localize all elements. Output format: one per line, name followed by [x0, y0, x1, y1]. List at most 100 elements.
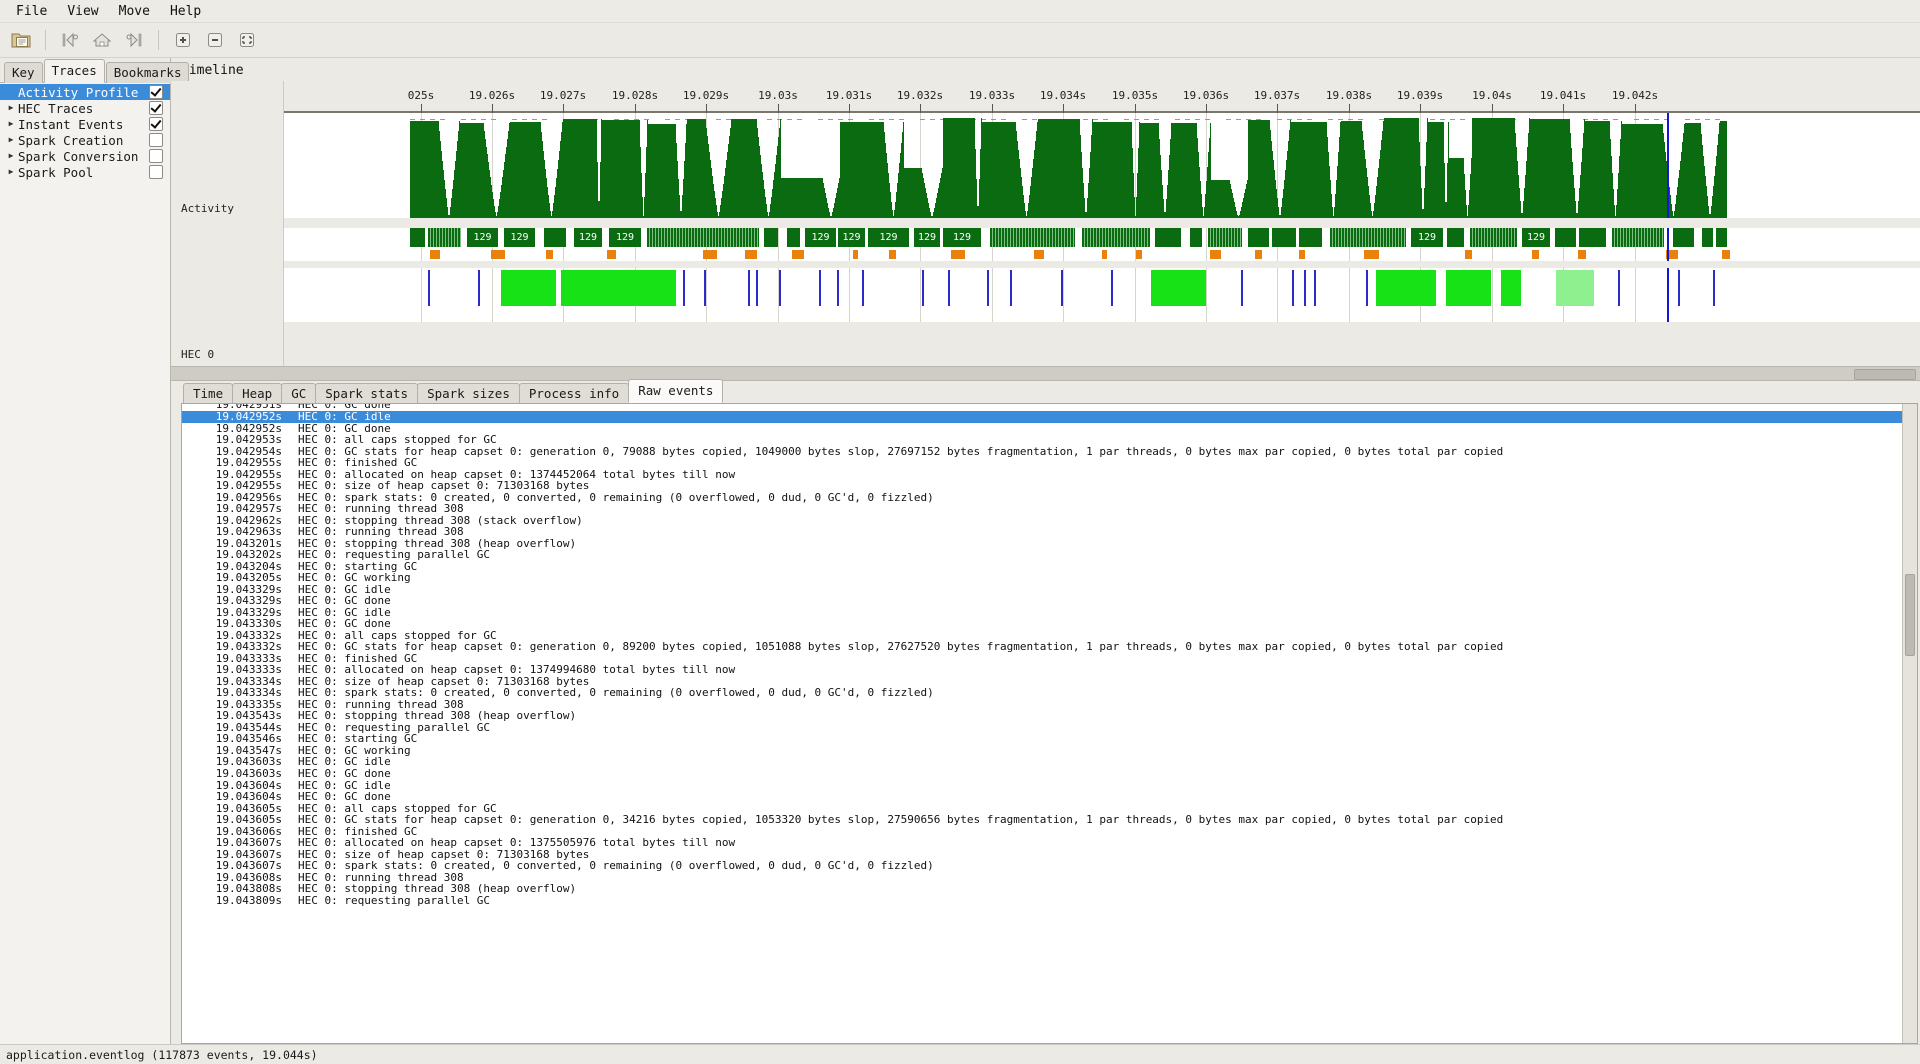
timeline-horizontal-scrollbar[interactable] [171, 366, 1920, 380]
instant-event-burst[interactable] [1151, 270, 1206, 306]
hec-activity-block[interactable]: 129 [914, 228, 940, 247]
tree-item-spark-conversion[interactable]: ▶ Spark Conversion [0, 148, 170, 164]
hec-activity-block[interactable] [1248, 228, 1269, 247]
instant-event-burst[interactable] [1501, 270, 1521, 306]
expander-icon[interactable]: ▶ [4, 164, 18, 180]
expander-icon[interactable]: ▶ [4, 132, 18, 148]
hec-activity-block[interactable]: 129 [838, 228, 865, 247]
open-file-button[interactable] [6, 25, 36, 55]
raw-events-vertical-scrollbar[interactable] [1902, 404, 1917, 1043]
left-tab-key[interactable]: Key [4, 62, 43, 83]
hec-activity-striped-block[interactable] [1330, 228, 1406, 247]
gc-marker[interactable] [951, 250, 965, 259]
gc-marker[interactable] [792, 250, 804, 259]
gc-marker[interactable] [430, 250, 440, 259]
instant-event-marker[interactable] [837, 270, 839, 306]
hec-activity-striped-block[interactable] [1612, 228, 1664, 247]
menu-item-move[interactable]: Move [109, 2, 160, 21]
instant-event-burst[interactable] [561, 270, 676, 306]
hec-activity-block[interactable]: 129 [868, 228, 909, 247]
instant-event-marker[interactable] [779, 270, 781, 306]
hec-activity-block[interactable]: 129 [574, 228, 602, 247]
timeline-canvas[interactable]: 025s 19.026s 19.027s 19.028s 19.029s 19.03s 19… [283, 81, 1920, 366]
timeline-ruler[interactable]: 025s 19.026s 19.027s 19.028s 19.029s 19.03s 19… [284, 81, 1920, 113]
bottom-tab-process-info[interactable]: Process info [518, 383, 630, 404]
jump-to-end-button[interactable] [119, 25, 149, 55]
gc-marker[interactable] [1299, 250, 1305, 259]
hec-activity-block[interactable] [1155, 228, 1181, 247]
instant-event-marker[interactable] [1314, 270, 1316, 306]
raw-event-row[interactable]: 19.043205s HEC 0: GC working [182, 572, 1902, 584]
expander-icon[interactable]: ▶ [4, 148, 18, 164]
hec-activity-block[interactable] [1447, 228, 1464, 247]
tree-item-hec-traces[interactable]: ▶ HEC Traces [0, 100, 170, 116]
instant-event-marker[interactable] [862, 270, 864, 306]
tree-item-activity-profile[interactable]: Activity Profile [0, 84, 170, 100]
bottom-tab-time[interactable]: Time [183, 383, 234, 404]
raw-events-scroll-thumb[interactable] [1905, 574, 1915, 656]
raw-event-row[interactable]: 19.043202s HEC 0: requesting parallel GC [182, 549, 1902, 561]
instant-event-marker[interactable] [1713, 270, 1715, 306]
gc-marker[interactable] [491, 250, 505, 259]
raw-event-row[interactable]: 19.042953s HEC 0: all caps stopped for GC [182, 434, 1902, 446]
gc-marker[interactable] [1532, 250, 1539, 259]
instant-event-marker[interactable] [478, 270, 480, 306]
raw-event-row[interactable]: 19.042955s HEC 0: finished GC [182, 457, 1902, 469]
raw-event-row[interactable]: 19.043607s HEC 0: allocated on heap capse… [182, 837, 1902, 849]
gc-marker[interactable] [1465, 250, 1472, 259]
hec-activity-striped-block[interactable] [990, 228, 1075, 247]
hec-activity-block[interactable] [1716, 228, 1727, 247]
instant-event-marker[interactable] [1678, 270, 1680, 306]
hec-activity-block[interactable] [787, 228, 800, 247]
activity-profile-lane[interactable] [284, 113, 1920, 218]
hec-activity-block[interactable] [1673, 228, 1694, 247]
hec-activity-striped-block[interactable] [1082, 228, 1150, 247]
gc-marker[interactable] [889, 250, 896, 259]
hec-activity-striped-block[interactable] [647, 228, 759, 247]
hec-activity-block[interactable] [1190, 228, 1202, 247]
hec-activity-block[interactable] [764, 228, 778, 247]
instant-event-marker[interactable] [748, 270, 750, 306]
gc-marker[interactable] [853, 250, 858, 259]
instant-event-burst[interactable] [1376, 270, 1436, 306]
instant-event-marker[interactable] [428, 270, 430, 306]
trace-visibility-checkbox[interactable] [149, 117, 163, 131]
raw-event-row[interactable]: 19.043605s HEC 0: GC stats for heap capse… [182, 814, 1902, 826]
timeline-scroll-thumb[interactable] [1854, 369, 1916, 380]
raw-event-row[interactable]: 19.043809s HEC 0: requesting parallel GC [182, 895, 1902, 907]
instant-event-marker[interactable] [1618, 270, 1620, 306]
raw-events-panel[interactable]: 19.042951s HEC 0: GC done 19.042952s HEC 0:… [181, 403, 1918, 1044]
home-button[interactable] [87, 25, 117, 55]
hec-activity-block[interactable] [1299, 228, 1322, 247]
raw-event-row[interactable]: 19.043546s HEC 0: starting GC [182, 733, 1902, 745]
expander-icon[interactable]: ▶ [4, 116, 18, 132]
tree-item-instant-events[interactable]: ▶ Instant Events [0, 116, 170, 132]
raw-event-row[interactable]: 19.043603s HEC 0: GC done [182, 768, 1902, 780]
instant-event-marker[interactable] [1010, 270, 1012, 306]
instant-event-marker[interactable] [683, 270, 685, 306]
trace-visibility-checkbox[interactable] [149, 165, 163, 179]
raw-event-row[interactable]: 19.042952s HEC 0: GC idle [182, 411, 1902, 423]
hec-activity-block[interactable]: 129 [609, 228, 641, 247]
left-tab-bookmarks[interactable]: Bookmarks [105, 62, 190, 83]
hec-activity-block[interactable]: 129 [805, 228, 836, 247]
instant-event-marker[interactable] [987, 270, 989, 306]
instant-event-burst[interactable] [1446, 270, 1491, 306]
zoom-in-button[interactable] [168, 25, 198, 55]
raw-event-row[interactable]: 19.042954s HEC 0: GC stats for heap capse… [182, 446, 1902, 458]
tree-item-spark-pool[interactable]: ▶ Spark Pool [0, 164, 170, 180]
instant-event-marker[interactable] [756, 270, 758, 306]
bottom-tab-spark-stats[interactable]: Spark stats [315, 383, 419, 404]
gc-marker[interactable] [1255, 250, 1262, 259]
raw-event-row[interactable]: 19.043808s HEC 0: stopping thread 308 (he… [182, 883, 1902, 895]
bottom-tab-heap[interactable]: Heap [232, 383, 283, 404]
trace-visibility-checkbox[interactable] [149, 149, 163, 163]
raw-event-row[interactable]: 19.043607s HEC 0: spark stats: 0 created,… [182, 860, 1902, 872]
raw-event-row[interactable]: 19.043204s HEC 0: starting GC [182, 561, 1902, 573]
timeline-cursor[interactable] [1667, 268, 1669, 322]
tree-item-spark-creation[interactable]: ▶ Spark Creation [0, 132, 170, 148]
expander-icon[interactable]: ▶ [4, 100, 18, 116]
hec-activity-block[interactable] [1555, 228, 1576, 247]
hec-activity-striped-block[interactable] [1208, 228, 1242, 247]
hec-activity-block[interactable] [544, 228, 566, 247]
